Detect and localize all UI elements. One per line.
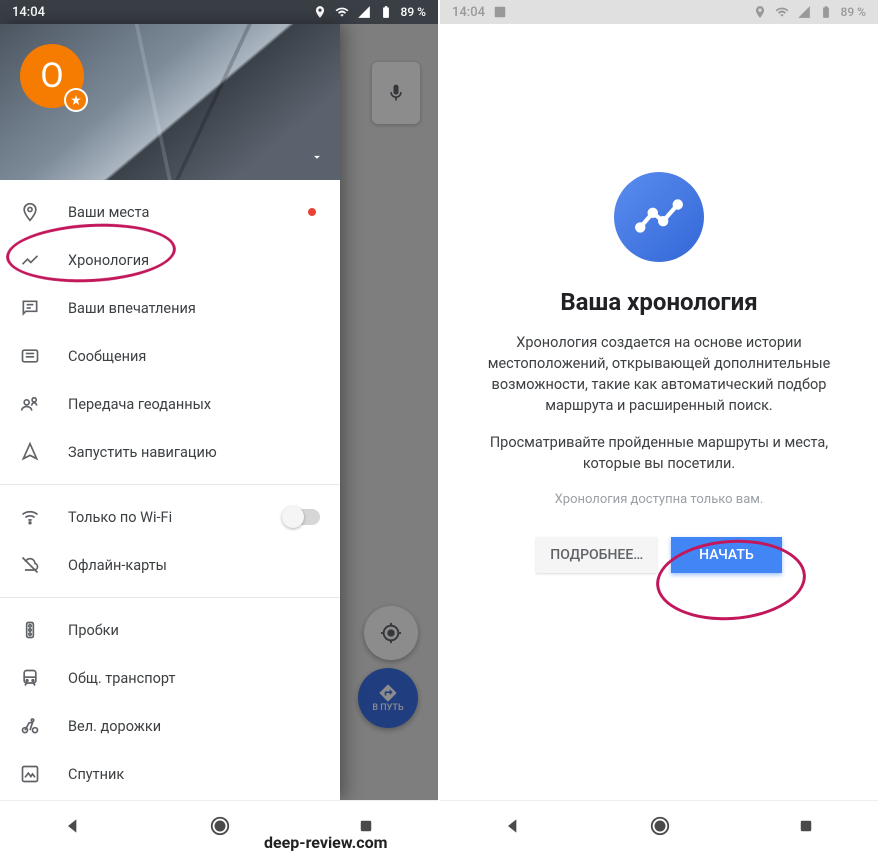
timeline-privacy-note: Хронология доступна только вам. [555,492,764,507]
back-button[interactable] [63,816,83,840]
menu-label: Ваши впечатления [68,300,320,317]
menu-label: Хронология [68,252,320,269]
status-icons: 89 % [313,5,426,19]
menu-transit[interactable]: Общ. транспорт [0,654,340,702]
transit-icon [20,668,40,688]
menu-contributions[interactable]: Ваши впечатления [0,284,340,332]
drawer-header[interactable]: О [0,24,340,180]
menu-satellite[interactable]: Спутник [0,750,340,798]
menu-your-places[interactable]: Ваши места [0,188,340,236]
menu-label: Ваши места [68,204,280,221]
avatar-initial: О [40,56,63,96]
status-time: 14:04 [12,5,45,20]
menu-timeline[interactable]: Хронология [0,236,340,284]
signal-icon [357,5,371,19]
menu-label: Спутник [68,766,320,783]
drawer-menu: Ваши места Хронология Ваши впечатления С… [0,180,340,800]
status-battery: 89 % [841,5,866,19]
navigation-icon [20,442,40,462]
wifi-icon [775,5,789,19]
menu-label: Вел. дорожки [68,718,320,735]
menu-label: Передача геоданных [68,396,320,413]
bike-icon [20,716,40,736]
divider [0,484,340,485]
location-icon [313,5,327,19]
wifi-icon [335,5,349,19]
overview-button[interactable] [797,817,815,839]
account-dropdown[interactable] [310,149,324,168]
image-icon [493,5,507,19]
menu-traffic[interactable]: Пробки [0,606,340,654]
nav-drawer: О Ваши места Хронология [0,24,340,800]
messages-icon [20,346,40,366]
system-nav-bar [440,800,878,854]
menu-label: Пробки [68,622,320,639]
timeline-hero-icon [614,172,704,262]
phone-left: 14:04 89 % В ПУТЬ [0,0,438,854]
home-button[interactable] [209,815,231,841]
status-bar: 14:04 89 % [440,0,878,24]
home-button[interactable] [649,815,671,841]
status-battery: 89 % [401,5,426,19]
timeline-icon [20,250,40,270]
cloud-off-icon [20,555,40,575]
menu-location-sharing[interactable]: Передача геоданных [0,380,340,428]
menu-label: Общ. транспорт [68,670,320,687]
satellite-icon [20,764,40,784]
share-location-icon [20,394,40,414]
status-icons: 89 % [753,5,866,19]
menu-label: Сообщения [68,348,320,365]
timeline-description-2: Просматривайте пройденные маршруты и мес… [462,432,856,474]
learn-more-button[interactable]: ПОДРОБНЕЕ… [536,537,657,573]
watermark: deep-review.com [264,833,387,852]
menu-offline-maps[interactable]: Офлайн-карты [0,541,340,589]
location-icon [753,5,767,19]
menu-label: Офлайн-карты [68,557,320,574]
notification-dot [308,208,316,216]
traffic-icon [20,620,40,640]
back-button[interactable] [503,816,523,840]
chart-line-icon [634,192,684,242]
menu-label: Только по Wi-Fi [68,509,256,526]
timeline-title: Ваша хронология [560,288,757,316]
star-icon [70,94,82,106]
battery-icon [379,5,393,19]
signal-icon [797,5,811,19]
menu-start-navigation[interactable]: Запустить навигацию [0,428,340,476]
chevron-down-icon [310,150,324,164]
divider [0,597,340,598]
phone-right: 14:04 89 % Ваша хронолог [440,0,878,854]
timeline-description-1: Хронология создается на основе истории м… [462,332,856,416]
menu-wifi-only[interactable]: Только по Wi-Fi [0,493,340,541]
menu-label: Запустить навигацию [68,444,320,461]
status-time: 14:04 [452,5,485,20]
pin-icon [20,202,40,222]
chat-icon [20,298,40,318]
status-bar: 14:04 89 % [0,0,438,24]
battery-icon [819,5,833,19]
avatar-badge [64,88,88,112]
start-button[interactable]: НАЧАТЬ [671,537,782,573]
avatar[interactable]: О [20,44,84,108]
menu-messages[interactable]: Сообщения [0,332,340,380]
menu-bike[interactable]: Вел. дорожки [0,702,340,750]
wifi-only-toggle[interactable] [284,509,320,525]
wifi-icon [20,507,40,527]
timeline-onboarding: Ваша хронология Хронология создается на … [440,24,878,800]
